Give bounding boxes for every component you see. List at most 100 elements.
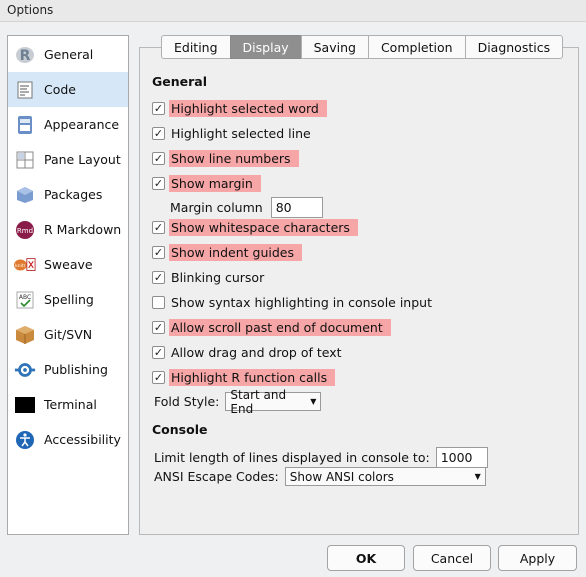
sidebar-item-spelling[interactable]: ABC Spelling <box>8 282 128 317</box>
checkbox[interactable]: ✓ <box>152 101 165 115</box>
option-label: Allow scroll past end of document <box>169 318 391 336</box>
checkbox[interactable]: ✓ <box>152 320 165 334</box>
dropdown-arrow-icon: ▼ <box>474 472 481 481</box>
dropdown-arrow-icon: ▼ <box>310 397 317 406</box>
sidebar-item-publishing[interactable]: Publishing <box>8 352 128 387</box>
checkbox[interactable] <box>152 295 165 309</box>
option-show-line-numbers: ✓ Show line numbers <box>152 148 299 168</box>
title-bar: Options <box>0 0 586 22</box>
checkbox[interactable]: ✓ <box>152 176 165 190</box>
fold-style-row: Fold Style: Start and End ▼ <box>154 388 322 416</box>
sidebar-item-git-svn[interactable]: Git/SVN <box>8 317 128 352</box>
console-limit-input[interactable]: 1000 <box>435 447 488 468</box>
tab-bar: Editing Display Saving Completion Diagno… <box>161 35 564 59</box>
option-label: Show indent guides <box>169 243 302 261</box>
accessibility-icon <box>14 429 36 451</box>
option-label: Show line numbers <box>169 149 299 167</box>
ansi-escape-select[interactable]: Show ANSI colors ▼ <box>284 467 486 486</box>
margin-column-input[interactable]: 80 <box>270 197 323 218</box>
sidebar-item-accessibility[interactable]: Accessibility <box>8 422 128 457</box>
sidebar-item-label: Sweave <box>44 257 93 272</box>
option-drag-drop-text: ✓ Allow drag and drop of text <box>152 342 344 362</box>
pane-layout-icon <box>14 149 36 171</box>
ansi-escape-row: ANSI Escape Codes: Show ANSI colors ▼ <box>154 467 486 486</box>
console-limit-row: Limit length of lines displayed in conso… <box>154 447 488 468</box>
sweave-icon: knitr <box>14 254 36 276</box>
rmd-icon: Rmd <box>14 219 36 241</box>
checkbox[interactable]: ✓ <box>152 270 165 284</box>
sidebar-item-label: General <box>44 47 94 62</box>
sidebar-item-general[interactable]: R General <box>8 37 128 72</box>
sidebar-item-label: Pane Layout <box>44 152 121 167</box>
tab-completion[interactable]: Completion <box>367 35 465 59</box>
sidebar-item-sweave[interactable]: knitr Sweave <box>8 247 128 282</box>
sidebar-item-label: Accessibility <box>44 432 121 447</box>
ansi-escape-value: Show ANSI colors <box>289 469 394 484</box>
option-label: Highlight selected line <box>171 125 311 141</box>
console-limit-label: Limit length of lines displayed in conso… <box>154 450 430 465</box>
option-scroll-past-end: ✓ Allow scroll past end of document <box>152 317 391 337</box>
option-label: Blinking cursor <box>171 269 265 285</box>
appearance-icon <box>14 114 36 136</box>
sidebar-item-label: Terminal <box>44 397 97 412</box>
code-document-icon <box>14 79 36 101</box>
sidebar-item-label: Appearance <box>44 117 120 132</box>
option-highlight-r-function-calls: ✓ Highlight R function calls <box>152 367 336 387</box>
option-label: Show whitespace characters <box>169 218 358 236</box>
general-section-title: General <box>152 74 207 89</box>
git-box-icon <box>14 324 36 346</box>
option-show-whitespace: ✓ Show whitespace characters <box>152 217 358 237</box>
terminal-icon <box>14 394 36 416</box>
option-label: Show syntax highlighting in console inpu… <box>171 294 432 310</box>
svg-text:Rmd: Rmd <box>17 227 33 235</box>
package-box-icon <box>14 184 36 206</box>
console-section-title: Console <box>152 422 208 437</box>
options-sidebar: R General Code Appearance Pane Layout Pa… <box>7 35 129 535</box>
checkbox[interactable]: ✓ <box>152 151 165 165</box>
tab-saving[interactable]: Saving <box>300 35 368 59</box>
sidebar-item-pane-layout[interactable]: Pane Layout <box>8 142 128 177</box>
cancel-button[interactable]: Cancel <box>413 545 491 571</box>
sidebar-item-label: Spelling <box>44 292 94 307</box>
fold-style-value: Start and End <box>230 387 287 416</box>
fold-style-select[interactable]: Start and End ▼ <box>225 388 322 416</box>
sidebar-item-packages[interactable]: Packages <box>8 177 128 212</box>
spelling-abc-icon: ABC <box>14 289 36 311</box>
r-logo-icon: R <box>14 44 36 66</box>
option-blinking-cursor: ✓ Blinking cursor <box>152 267 266 287</box>
option-console-syntax-highlighting: Show syntax highlighting in console inpu… <box>152 292 434 312</box>
sidebar-item-r-markdown[interactable]: Rmd R Markdown <box>8 212 128 247</box>
svg-text:knitr: knitr <box>15 262 26 268</box>
tab-display[interactable]: Display <box>229 35 301 59</box>
sidebar-item-label: Code <box>44 82 77 97</box>
checkbox[interactable]: ✓ <box>152 370 165 384</box>
option-highlight-selected-word: ✓ Highlight selected word <box>152 98 327 118</box>
checkbox[interactable]: ✓ <box>152 220 165 234</box>
tab-editing[interactable]: Editing <box>161 35 230 59</box>
sidebar-item-label: Packages <box>44 187 103 202</box>
ok-button[interactable]: OK <box>327 545 405 571</box>
option-show-margin: ✓ Show margin <box>152 173 261 193</box>
sidebar-item-label: R Markdown <box>44 222 122 237</box>
publishing-icon <box>14 359 36 381</box>
sidebar-item-label: Publishing <box>44 362 108 377</box>
apply-button[interactable]: Apply <box>498 545 577 571</box>
checkbox[interactable]: ✓ <box>152 245 165 259</box>
margin-column-row: Margin column 80 <box>170 197 323 218</box>
margin-column-label: Margin column <box>170 200 263 215</box>
ansi-escape-label: ANSI Escape Codes: <box>154 469 279 484</box>
option-label: Show margin <box>169 174 261 192</box>
sidebar-item-label: Git/SVN <box>44 327 93 342</box>
fold-style-label: Fold Style: <box>154 394 220 409</box>
checkbox[interactable]: ✓ <box>152 345 165 359</box>
sidebar-item-code[interactable]: Code <box>8 72 128 107</box>
sidebar-item-appearance[interactable]: Appearance <box>8 107 128 142</box>
sidebar-item-terminal[interactable]: Terminal <box>8 387 128 422</box>
option-highlight-selected-line: ✓ Highlight selected line <box>152 123 313 143</box>
tab-diagnostics[interactable]: Diagnostics <box>464 35 564 59</box>
option-label: Allow drag and drop of text <box>171 344 342 360</box>
option-show-indent-guides: ✓ Show indent guides <box>152 242 302 262</box>
checkbox[interactable]: ✓ <box>152 126 165 140</box>
option-label: Highlight R function calls <box>169 368 336 386</box>
option-label: Highlight selected word <box>169 99 327 117</box>
